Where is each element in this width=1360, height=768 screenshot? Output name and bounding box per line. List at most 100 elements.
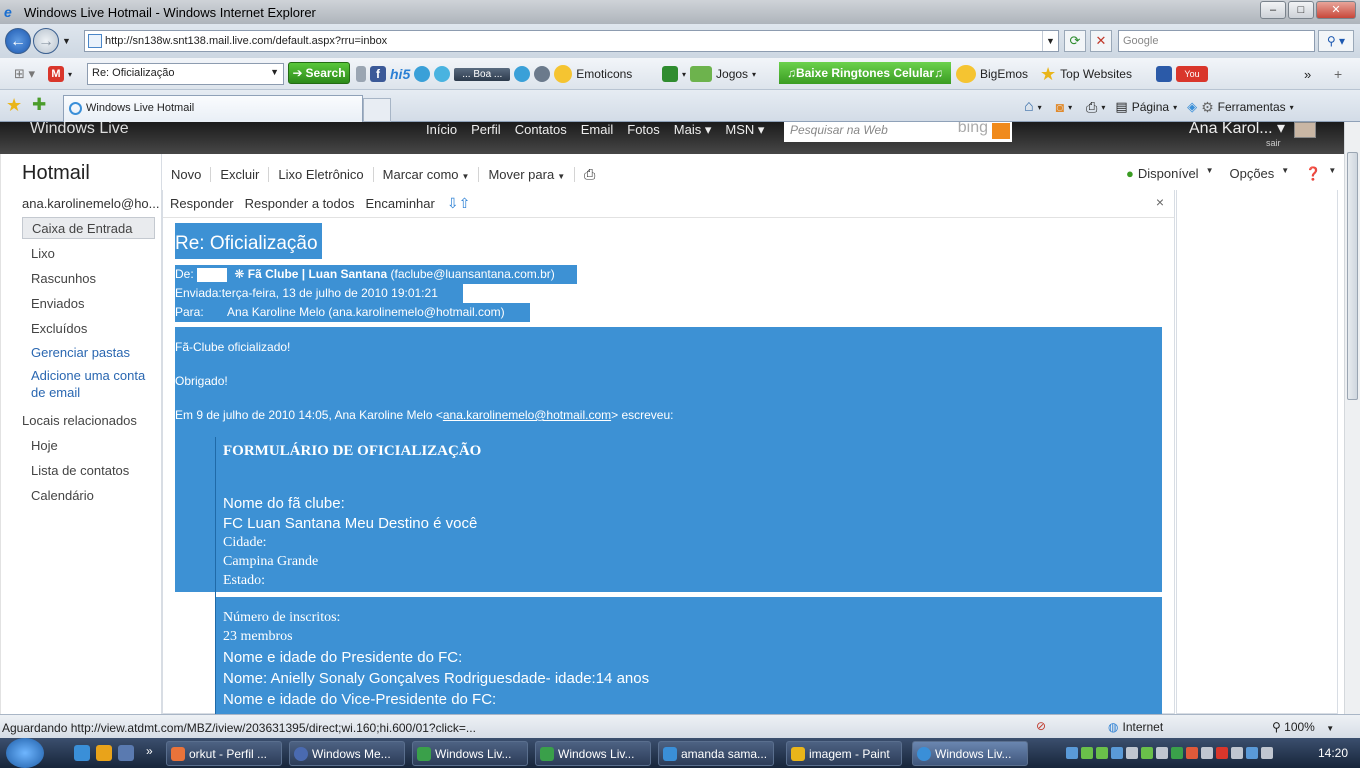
windows-live-brand[interactable]: Windows Live <box>30 122 129 138</box>
safety-icon[interactable]: ◈ <box>1187 99 1197 115</box>
folder-inbox[interactable]: Caixa de Entrada <box>22 217 155 239</box>
close-message-button[interactable]: × <box>1156 194 1164 210</box>
nav-contatos[interactable]: Contatos <box>515 122 567 138</box>
zoom-control[interactable]: ⚲ 100% ▼ <box>1272 720 1334 734</box>
folder-enviados[interactable]: Enviados <box>22 293 155 315</box>
quote-email-link[interactable]: ana.karolinemelo@hotmail.com <box>443 408 611 422</box>
ql-ie-icon[interactable] <box>74 745 90 761</box>
popup-blocked-icon[interactable]: ⊘ <box>1036 719 1046 733</box>
hi5-icon[interactable]: hi5 <box>390 66 410 82</box>
folder-lixo[interactable]: Lixo <box>22 243 155 265</box>
minimize-button[interactable]: – <box>1260 1 1286 19</box>
excluir-button[interactable]: Excluir <box>211 166 270 182</box>
toolbar-settings-icon[interactable]: ⊞ ▾ <box>14 64 35 84</box>
close-window-button[interactable]: ✕ <box>1316 1 1356 19</box>
toolbar-overflow-icon[interactable]: » <box>1304 64 1311 84</box>
google-search-input[interactable]: Google <box>1118 30 1315 52</box>
bigemos-group[interactable]: BigEmos <box>956 64 1028 84</box>
new-tab-button[interactable] <box>363 98 391 122</box>
mover-para-menu[interactable]: Mover para ▼ <box>479 166 576 182</box>
search-magnifier-icon[interactable]: ⚲ ▾ <box>1318 30 1354 52</box>
play-icon[interactable] <box>434 66 451 82</box>
opcoes-menu[interactable]: Opções <box>1229 166 1274 182</box>
music-icon[interactable] <box>514 66 531 82</box>
toolbar-search-button[interactable]: ➔ Search <box>288 62 350 84</box>
jogos-link[interactable]: Jogos <box>716 67 748 81</box>
lixo-eletronico-button[interactable]: Lixo Eletrônico <box>269 166 374 182</box>
toolbar-search-combo[interactable]: Re: Oficialização ▼ <box>87 63 284 85</box>
task-orkut[interactable]: orkut - Perfil ... <box>166 741 282 766</box>
encaminhar-button[interactable]: Encaminhar <box>358 196 434 211</box>
tray-icon-12[interactable] <box>1231 747 1243 759</box>
account-label[interactable]: ana.karolinemelo@ho... <box>22 196 160 211</box>
tray-icon-5[interactable] <box>1126 747 1138 759</box>
tray-icon-1[interactable] <box>1066 747 1078 759</box>
stop-icon[interactable]: ✕ <box>1090 30 1112 52</box>
add-account-link-2[interactable]: de email <box>22 382 155 404</box>
folder-excluidos[interactable]: Excluídos <box>22 318 155 340</box>
disponivel-menu[interactable]: Disponível <box>1138 166 1199 182</box>
globe-icon[interactable] <box>414 66 431 82</box>
youtube-icon[interactable]: You <box>1176 66 1208 82</box>
manage-folders-link[interactable]: Gerenciar pastas <box>22 342 155 364</box>
scrollbar-thumb[interactable] <box>1347 152 1358 400</box>
nav-inicio[interactable]: Início <box>426 122 457 138</box>
ql-overflow-icon[interactable]: » <box>146 744 153 758</box>
add-favorites-icon[interactable]: ✚ <box>32 95 46 115</box>
tray-icon-7[interactable] <box>1156 747 1168 759</box>
toolbar-add-icon[interactable]: + <box>1334 64 1342 84</box>
responder-button[interactable]: Responder <box>163 196 234 211</box>
task-paint[interactable]: imagem - Paint <box>786 741 902 766</box>
sender-name[interactable]: Fã Clube | Luan Santana <box>248 267 387 281</box>
previous-message-icon[interactable]: ⇧ <box>459 195 471 212</box>
tab-windows-live-hotmail[interactable]: Windows Live Hotmail <box>63 95 363 122</box>
task-windows-live-ie[interactable]: Windows Liv... <box>912 741 1028 766</box>
history-dropdown-icon[interactable]: ▼ <box>62 36 71 46</box>
tray-icon-14[interactable] <box>1261 747 1273 759</box>
jogos-group[interactable]: ▾ Jogos ▾ <box>662 64 756 84</box>
top-websites-link[interactable]: Top Websites <box>1060 67 1132 81</box>
tray-icon-8[interactable] <box>1171 747 1183 759</box>
tray-icon-3[interactable] <box>1096 747 1108 759</box>
boa-dropdown[interactable]: ... Boa ... <box>454 67 511 81</box>
print-icon[interactable]: ⎙ <box>1086 99 1097 116</box>
hotmail-title[interactable]: Hotmail <box>22 162 90 185</box>
emoticons-link[interactable]: Emoticons <box>576 67 632 81</box>
related-contatos[interactable]: Lista de contatos <box>22 460 155 482</box>
avatar[interactable] <box>1294 122 1316 138</box>
back-button[interactable]: ← <box>5 28 31 54</box>
related-hoje[interactable]: Hoje <box>22 435 155 457</box>
bigemos-link[interactable]: BigEmos <box>980 67 1028 81</box>
pagina-menu[interactable]: Página <box>1132 100 1169 114</box>
print-mail-icon[interactable]: ⎙ <box>575 166 604 183</box>
ferramentas-menu[interactable]: Ferramentas <box>1218 100 1286 114</box>
next-message-icon[interactable]: ⇩ <box>447 195 459 212</box>
url-field[interactable]: http://sn138w.snt138.mail.live.com/defau… <box>84 30 1059 52</box>
nav-perfil[interactable]: Perfil <box>471 122 501 138</box>
refresh-icon[interactable]: ⟳ <box>1064 30 1086 52</box>
toolbar-m-icon[interactable]: M ▾ <box>48 64 72 84</box>
user-menu[interactable]: Ana Karol... ▾ <box>1189 122 1285 138</box>
nav-email[interactable]: Email <box>581 122 614 138</box>
facebook-icon[interactable]: f <box>370 66 386 82</box>
nav-msn[interactable]: MSN ▾ <box>725 122 764 138</box>
messenger-icon[interactable] <box>1156 66 1172 82</box>
web-search-button[interactable] <box>992 123 1010 139</box>
feeds-icon[interactable]: ◙ <box>1056 99 1064 115</box>
forward-button[interactable]: → <box>33 28 59 54</box>
tray-icon-2[interactable] <box>1081 747 1093 759</box>
novo-button[interactable]: Novo <box>162 166 212 182</box>
tray-icon-4[interactable] <box>1111 747 1123 759</box>
sign-out-link[interactable]: sair <box>1266 138 1281 148</box>
network-icon[interactable] <box>1246 747 1258 759</box>
task-amanda[interactable]: amanda sama... <box>658 741 774 766</box>
url-dropdown-icon[interactable]: ▼ <box>1042 31 1058 51</box>
clock[interactable]: 14:20 <box>1318 746 1348 760</box>
top-websites-group[interactable]: ★ Top Websites <box>1040 64 1132 84</box>
task-windows-live-1[interactable]: Windows Liv... <box>412 741 528 766</box>
folder-rascunhos[interactable]: Rascunhos <box>22 268 155 290</box>
sender-email[interactable]: (faclube@luansantana.com.br) <box>391 267 555 281</box>
task-windows-live-2[interactable]: Windows Liv... <box>535 741 651 766</box>
start-button[interactable] <box>6 738 44 768</box>
related-calendario[interactable]: Calendário <box>22 485 155 507</box>
